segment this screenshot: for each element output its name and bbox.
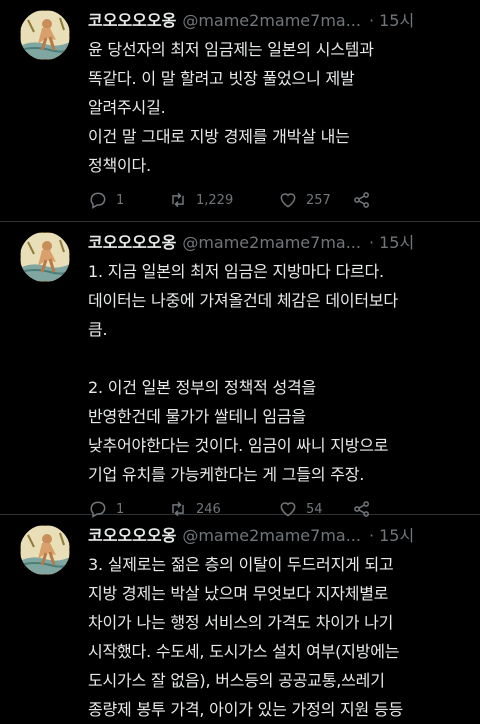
tweet[interactable]: 코오오오오옹 @mame2mame7ma ... · 15시 윤 당선자의 최저… xyxy=(0,0,480,222)
user-handle[interactable]: @mame2mame7ma xyxy=(182,525,345,547)
reply-icon xyxy=(90,192,106,209)
separator-dot: · xyxy=(368,233,375,252)
handle-ellipsis: ... xyxy=(345,526,361,545)
avatar-image xyxy=(20,10,70,60)
action-bar: 1 1,229 257 xyxy=(88,188,466,212)
avatar[interactable] xyxy=(20,525,70,575)
timestamp[interactable]: 15시 xyxy=(379,525,414,547)
tweet[interactable]: 코오오오오옹 @mame2mame7ma ... · 15시 1. 지금 일본의… xyxy=(0,222,480,518)
retweet-icon xyxy=(172,192,184,208)
tweet-text: 3. 실제로는 젊은 층의 이탈이 두드러지게 되고 지방 경제는 박살 났으며… xyxy=(88,555,403,719)
user-handle[interactable]: @mame2mame7ma xyxy=(182,232,345,254)
retweet-count: 1,229 xyxy=(196,192,234,208)
avatar-image xyxy=(20,525,70,575)
timeline-feed: 코오오오오옹 @mame2mame7ma ... · 15시 윤 당선자의 최저… xyxy=(0,0,480,723)
display-name[interactable]: 코오오오오옹 xyxy=(88,232,176,254)
separator-dot: · xyxy=(368,11,375,30)
like-count: 257 xyxy=(306,192,331,208)
like-button[interactable]: 257 xyxy=(278,190,352,210)
reply-count: 1 xyxy=(116,192,125,208)
reply-button[interactable]: 1 xyxy=(88,190,168,210)
avatar[interactable] xyxy=(20,232,70,282)
avatar-image xyxy=(20,232,70,282)
avatar[interactable] xyxy=(20,10,70,60)
display-name[interactable]: 코오오오오옹 xyxy=(88,525,176,547)
share-icon xyxy=(354,192,369,208)
tweet-text: 윤 당선자의 최저 임금제는 일본의 시스템과 똑같다. 이 말 할려고 빗장 … xyxy=(88,40,374,175)
heart-icon xyxy=(280,193,296,208)
separator-dot: · xyxy=(368,526,375,545)
tweet[interactable]: 코오오오오옹 @mame2mame7ma ... · 15시 3. 실제로는 젊… xyxy=(0,515,480,723)
user-handle[interactable]: @mame2mame7ma xyxy=(182,10,345,32)
display-name[interactable]: 코오오오오옹 xyxy=(88,10,176,32)
handle-ellipsis: ... xyxy=(345,11,361,30)
handle-ellipsis: ... xyxy=(345,233,361,252)
share-button[interactable] xyxy=(352,190,372,210)
timestamp[interactable]: 15시 xyxy=(379,10,414,32)
timestamp[interactable]: 15시 xyxy=(379,232,414,254)
retweet-button[interactable]: 1,229 xyxy=(168,190,278,210)
tweet-text: 1. 지금 일본의 최저 임금은 지방마다 다르다. 데이터는 나중에 가져올건… xyxy=(88,262,398,484)
